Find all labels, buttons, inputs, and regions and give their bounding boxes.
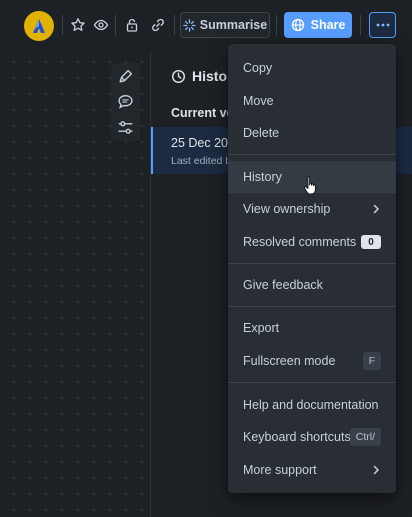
chevron-right-icon [373,204,380,214]
shortcut-key: F [362,352,381,370]
menu-item-label: Delete [243,126,280,140]
menu-item-view-ownership[interactable]: View ownership [228,193,396,225]
settings-tool-button[interactable] [115,117,136,138]
share-button[interactable]: Share [284,12,352,38]
restrictions-button[interactable] [121,14,143,36]
summarise-label: Summarise [199,18,268,32]
share-label: Share [310,18,346,32]
lock-icon [126,18,138,32]
hand-cursor-icon [304,176,316,195]
menu-item-export[interactable]: Export [228,312,396,344]
menu-item-label: Move [243,94,274,108]
menu-divider [228,154,396,155]
watch-button[interactable] [90,14,112,36]
more-actions-button[interactable] [369,12,396,38]
panel-title: Histor [171,68,232,84]
menu-item-label: More support [243,463,317,477]
more-actions-menu: Copy Move Delete History View ownership … [228,44,396,493]
menu-item-label: Resolved comments [243,235,357,249]
version-date: 25 Dec 202 [171,136,235,150]
edit-tool-button[interactable] [115,66,136,87]
chevron-right-icon [373,465,380,475]
menu-item-delete[interactable]: Delete [228,117,396,149]
clock-icon [171,69,186,83]
menu-item-label: Keyboard shortcuts [243,430,351,444]
toolbar-divider [360,15,361,35]
menu-divider [228,263,396,264]
menu-item-copy[interactable]: Copy [228,52,396,84]
count-badge: 0 [361,235,381,249]
toolbar-divider [62,15,63,35]
menu-item-help[interactable]: Help and documentation [228,389,396,421]
menu-item-label: Export [243,321,280,335]
side-toolbar [111,63,140,141]
link-icon [152,18,164,32]
menu-item-fullscreen-mode[interactable]: Fullscreen mode F [228,345,396,377]
sliders-icon [118,121,133,134]
more-icon [376,23,389,27]
copy-link-button[interactable] [147,14,169,36]
menu-item-move[interactable]: Move [228,85,396,117]
globe-icon [291,18,304,32]
menu-item-label: Give feedback [243,278,323,292]
menu-divider [228,382,396,383]
shortcut-key: Ctrl/ [349,428,381,446]
pen-icon [119,69,133,83]
sparkle-icon [183,18,196,32]
menu-item-label: Copy [243,61,273,75]
version-meta: Last edited by [171,155,237,167]
comments-tool-button[interactable] [115,91,136,112]
menu-item-more-support[interactable]: More support [228,454,396,486]
star-button[interactable] [67,14,89,36]
toolbar-divider [276,15,277,35]
toolbar-divider [174,15,175,35]
menu-divider [228,306,396,307]
menu-item-give-feedback[interactable]: Give feedback [228,269,396,301]
summarise-button[interactable]: Summarise [180,12,270,38]
comment-icon [118,94,133,109]
toolbar-divider [115,15,116,35]
menu-item-label: View ownership [243,202,331,216]
menu-item-resolved-comments[interactable]: Resolved comments 0 [228,226,396,258]
logo-icon [33,19,45,33]
menu-item-label: Fullscreen mode [243,354,336,368]
star-icon [71,18,85,31]
menu-item-keyboard-shortcuts[interactable]: Keyboard shortcuts Ctrl/ [228,421,396,453]
menu-item-label: History [243,170,282,184]
eye-icon [93,19,109,31]
menu-item-label: Help and documentation [243,398,379,412]
panel-title-text: Histor [192,68,233,84]
app-logo-avatar[interactable] [24,11,54,41]
